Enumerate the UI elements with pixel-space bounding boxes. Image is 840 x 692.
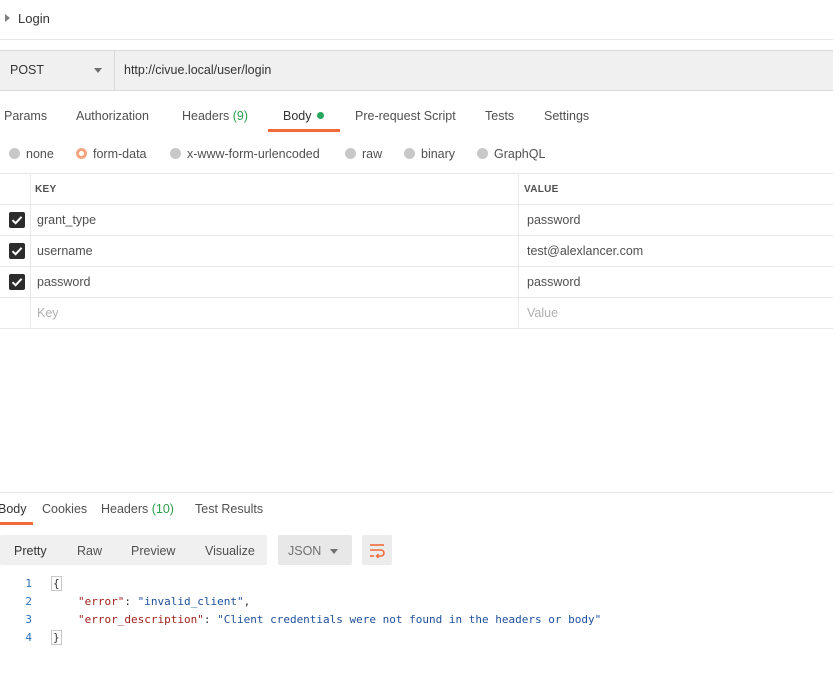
new-value-input[interactable]: Value (527, 306, 558, 320)
radio-selected-icon (76, 148, 87, 159)
method-select[interactable]: POST (0, 51, 115, 90)
url-input[interactable]: http://civue.local/user/login (124, 63, 271, 77)
radio-icon (170, 148, 181, 159)
line-number: 1 (25, 577, 32, 590)
new-key-input[interactable]: Key (37, 306, 59, 320)
row-key[interactable]: username (37, 244, 93, 258)
radio-label: raw (362, 147, 383, 161)
url-bar: POST http://civue.local/user/login (0, 50, 833, 91)
radio-graphql[interactable]: GraphQL (477, 147, 545, 161)
radio-label: GraphQL (494, 147, 546, 161)
json-line: "error": "invalid_client", (78, 595, 250, 608)
radio-icon (9, 148, 20, 159)
table-divider (0, 266, 833, 267)
chevron-down-icon (330, 549, 338, 554)
json-key: "error" (78, 595, 125, 608)
wrap-lines-button[interactable] (362, 535, 392, 565)
row-key[interactable]: grant_type (37, 213, 96, 227)
table-border-bottom (0, 328, 833, 329)
radio-x-www-form-urlencoded[interactable]: x-www-form-urlencoded (170, 147, 320, 161)
body-indicator-dot-icon (316, 112, 324, 119)
row-value[interactable]: password (527, 275, 581, 289)
tab-pre-request-script[interactable]: Pre-request Script (355, 109, 456, 123)
row-key[interactable]: password (37, 275, 91, 289)
view-pretty-button[interactable]: Pretty (14, 544, 47, 558)
request-title-row (0, 0, 833, 40)
key-column-header: KEY (35, 184, 57, 195)
radio-icon (477, 148, 488, 159)
wrap-lines-icon (370, 544, 385, 559)
active-tab-underline (268, 129, 340, 132)
response-tab-headers-count: (10) (151, 502, 174, 516)
expand-caret-icon[interactable] (5, 14, 10, 22)
response-tab-cookies[interactable]: Cookies (42, 502, 87, 516)
json-close-brace: } (51, 630, 62, 645)
view-visualize-button[interactable]: Visualize (205, 544, 255, 558)
tab-body-label: Body (283, 109, 312, 123)
response-tab-body[interactable]: Body (0, 502, 27, 516)
column-divider (30, 173, 31, 328)
active-response-tab-underline (0, 522, 33, 525)
response-tab-test-results[interactable]: Test Results (195, 502, 263, 516)
json-sep: : (203, 613, 218, 626)
view-raw-button[interactable]: Raw (77, 544, 102, 558)
tab-headers-label: Headers (182, 109, 230, 123)
tab-headers[interactable]: Headers (9) (182, 109, 248, 123)
row-value[interactable]: test@alexlancer.com (527, 244, 643, 258)
json-trail: , (243, 595, 251, 608)
row-checkbox-icon[interactable] (9, 274, 25, 290)
response-divider (0, 492, 833, 493)
radio-label: x-www-form-urlencoded (187, 147, 320, 161)
json-open-brace: { (51, 576, 62, 591)
tab-body[interactable]: Body (283, 109, 324, 123)
table-divider (0, 297, 833, 298)
chevron-down-icon (94, 68, 102, 73)
row-value[interactable]: password (527, 213, 581, 227)
radio-label: none (26, 147, 54, 161)
radio-label: binary (421, 147, 456, 161)
radio-label: form-data (93, 147, 147, 161)
radio-icon (345, 148, 356, 159)
radio-form-data[interactable]: form-data (76, 147, 147, 161)
table-border-top (0, 173, 833, 174)
radio-icon (404, 148, 415, 159)
format-select-label: JSON (288, 544, 322, 558)
request-title[interactable]: Login (18, 11, 50, 26)
json-value: "Client credentials were not found in th… (217, 613, 602, 626)
tab-headers-count: (9) (232, 109, 249, 123)
column-divider (518, 173, 519, 328)
radio-none[interactable]: none (9, 147, 54, 161)
tab-params[interactable]: Params (4, 109, 47, 123)
tab-tests[interactable]: Tests (485, 109, 514, 123)
value-column-header: VALUE (524, 184, 559, 195)
table-divider (0, 204, 833, 205)
json-line: "error_description": "Client credentials… (78, 613, 601, 626)
row-checkbox-icon[interactable] (9, 243, 25, 259)
view-preview-button[interactable]: Preview (131, 544, 175, 558)
json-sep: : (124, 595, 138, 608)
tab-settings[interactable]: Settings (544, 109, 589, 123)
line-number: 2 (25, 595, 32, 608)
response-tab-headers[interactable]: Headers (10) (101, 502, 174, 516)
json-value: "invalid_client" (137, 595, 244, 608)
row-checkbox-icon[interactable] (9, 212, 25, 228)
radio-binary[interactable]: binary (404, 147, 455, 161)
tab-authorization[interactable]: Authorization (76, 109, 149, 123)
method-label: POST (10, 63, 45, 77)
json-key: "error_description" (78, 613, 204, 626)
response-tab-headers-label: Headers (101, 502, 149, 516)
line-number: 4 (25, 631, 32, 644)
table-divider (0, 235, 833, 236)
line-number: 3 (25, 613, 32, 626)
radio-raw[interactable]: raw (345, 147, 382, 161)
